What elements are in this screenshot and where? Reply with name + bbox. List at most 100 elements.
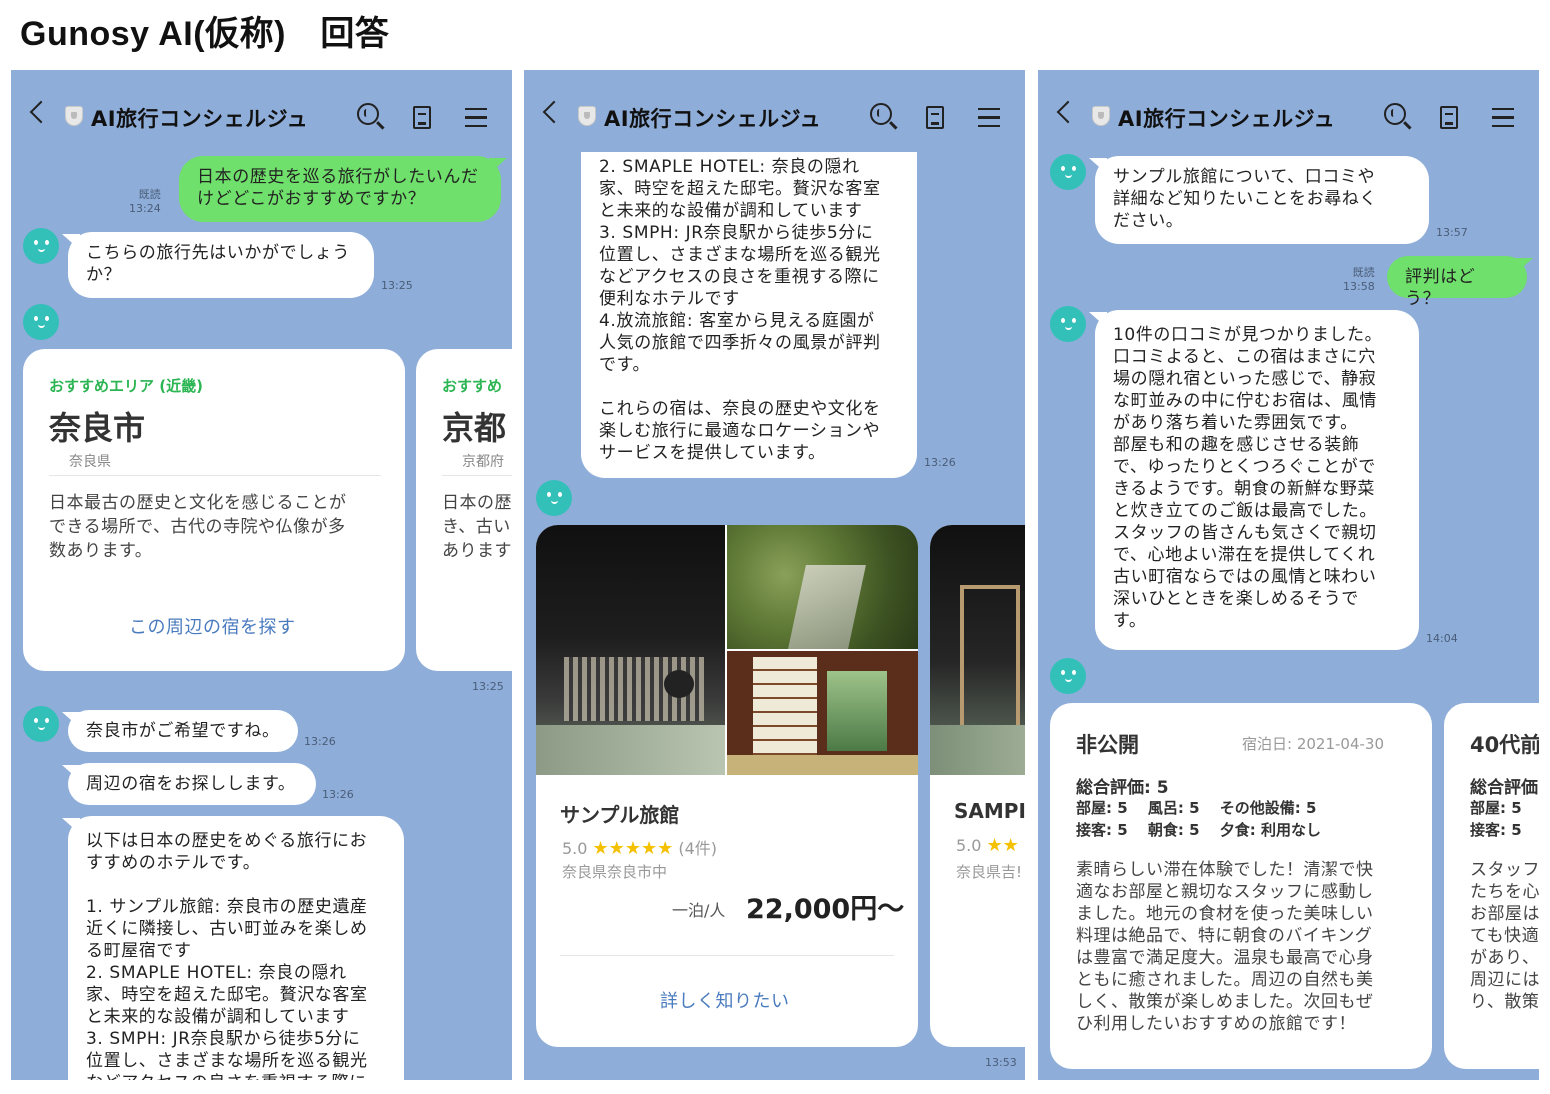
chat-screen-1: AI旅行コンシェルジュ 既読 13:24 日本の歴史を巡る旅行がしたいんだ けど… (11, 70, 512, 1080)
star-rating-icon: ★★ (986, 835, 1019, 856)
chat-header: AI旅行コンシェルジュ (11, 70, 512, 152)
overall-rating: 総合評価 (1470, 778, 1538, 798)
bot-avatar (23, 228, 59, 264)
verified-shield-icon (578, 106, 596, 126)
rating-value: 5.0 (562, 839, 588, 858)
learn-more-link[interactable]: 詳しく知りたい (660, 987, 790, 1013)
bot-avatar (1050, 306, 1086, 342)
user-message: 日本の歴史を巡る旅行がしたいんだ けどどこがおすすめですか？ (179, 156, 501, 222)
hotel-location: 奈良県奈良市中 (562, 863, 668, 881)
hotel-price: 22,000円～ (746, 894, 905, 925)
hotel-rating: 5.0 ★★ (956, 835, 1019, 856)
hotel-photo (930, 525, 1025, 775)
area-name: 奈良市 (49, 409, 146, 447)
area-prefecture: 京都府 (462, 454, 504, 470)
message-time: 13:26 (322, 788, 354, 801)
chat-screen-2: AI旅行コンシェルジュ 2. SMAPLE HOTEL: 奈良の隠れ 家、時空を… (524, 70, 1025, 1080)
hotel-card-sample: サンプル旅館 5.0 ★★★★★ (4件) 奈良県奈良市中 一泊/人 22,00… (536, 525, 918, 1047)
menu-icon[interactable] (465, 108, 487, 127)
read-label: 既読 (1352, 266, 1375, 279)
read-label: 既読 (138, 188, 161, 201)
area-card-nara: おすすめエリア (近畿) 奈良市 奈良県 日本最古の歴史と文化を感じることが で… (23, 349, 405, 671)
area-label: おすすめ (442, 377, 503, 395)
rating-breakdown: 部屋: 5 風呂: 5 その他設備: 5 (1076, 799, 1317, 817)
review-card: 非公開 宿泊日: 2021-04-30 総合評価: 5 部屋: 5 風呂: 5 … (1050, 703, 1432, 1069)
review-text: スタッフ たちを心 お部屋は ても快適 があり、 周辺には り、散策 (1470, 860, 1539, 1012)
area-description: 日本の歴 き、古い あります (442, 493, 512, 561)
bot-message: 以下は日本の歴史をめぐる旅行にお すすめのホテルです。 1. サンプル旅館: 奈… (68, 816, 404, 1080)
hotel-photo-hearth (536, 525, 725, 775)
notes-icon[interactable] (1440, 106, 1458, 129)
message-time: 13:26 (924, 456, 956, 469)
bot-avatar (23, 304, 59, 340)
message-time: 13:26 (304, 735, 336, 748)
message-time: 13:25 (472, 680, 504, 693)
back-arrow-icon[interactable] (29, 100, 53, 124)
bot-avatar (23, 706, 59, 742)
hotel-rating: 5.0 ★★★★★ (4件) (562, 835, 717, 859)
bot-message: 周辺の宿をお探しします。 (68, 763, 316, 805)
hotel-photo-garden (727, 525, 918, 649)
menu-icon[interactable] (1492, 108, 1514, 127)
user-message: 評判はどう？ (1387, 256, 1527, 309)
message-time: 13:58 (1343, 280, 1375, 293)
message-time: 13:24 (129, 202, 161, 215)
area-description: 日本最古の歴史と文化を感じることが できる場所で、古代の寺院や仏像が多 数ありま… (49, 493, 347, 561)
rating-breakdown: 部屋: 5 (1470, 799, 1522, 817)
message-time: 13:53 (985, 1056, 1017, 1069)
menu-icon[interactable] (978, 108, 1000, 127)
review-text: 素晴らしい滞在体験でした！清潔で快 適なお部屋と親切なスタッフに感動し ました。… (1076, 860, 1374, 1034)
rating-breakdown: 接客: 5 朝食: 5 夕食: 利用なし (1076, 821, 1321, 839)
area-card-kyoto[interactable]: おすすめ 京都 京都府 日本の歴 き、古い あります (416, 349, 512, 671)
bot-message: 奈良市がご希望ですね。 (68, 710, 298, 752)
bot-message: こちらの旅行先はいかがでしょう か？ (68, 232, 374, 298)
search-icon[interactable] (870, 103, 892, 125)
verified-shield-icon (1092, 106, 1110, 126)
search-icon[interactable] (1384, 103, 1406, 125)
bot-avatar (1050, 154, 1086, 190)
hotel-name: サンプル旅館 (560, 803, 680, 827)
read-receipt: 既読 13:24 (129, 188, 161, 216)
verified-shield-icon (65, 106, 83, 126)
search-icon[interactable] (357, 103, 379, 125)
bot-avatar (536, 480, 572, 516)
overall-rating: 総合評価: 5 (1076, 778, 1169, 798)
back-arrow-icon[interactable] (542, 100, 566, 124)
review-count: (4件) (678, 839, 717, 858)
chat-header: AI旅行コンシェルジュ (524, 70, 1025, 152)
hotel-location: 奈良県吉! (956, 863, 1023, 881)
price-unit: 一泊/人 (672, 901, 726, 920)
stay-date: 宿泊日: 2021-04-30 (1242, 735, 1384, 753)
chat-title: AI旅行コンシェルジュ (1118, 107, 1336, 131)
rating-value: 5.0 (956, 836, 982, 855)
area-prefecture: 奈良県 (69, 454, 111, 470)
hotel-card-sampi[interactable]: SAMPI 5.0 ★★ 奈良県吉! (930, 525, 1025, 1047)
message-time: 13:25 (381, 279, 413, 292)
rating-breakdown: 接客: 5 (1470, 821, 1522, 839)
notes-icon[interactable] (926, 106, 944, 129)
bot-message: 10件の口コミが見つかりました。 口コミよると、この宿はまさに穴 場の隠れ宿とい… (1095, 310, 1419, 650)
bot-message: サンプル旅館について、口コミや 詳細など知りたいことをお尋ねく ださい。 (1095, 156, 1429, 244)
area-name: 京都 (442, 409, 507, 447)
hotel-name: SAMPI (954, 799, 1025, 823)
bot-message: 2. SMAPLE HOTEL: 奈良の隠れ 家、時空を超えた邸宅。贅沢な客室 … (581, 130, 917, 478)
divider (49, 475, 381, 476)
star-rating-icon: ★★★★★ (592, 838, 674, 859)
reviewer-name: 40代前 (1470, 733, 1539, 757)
reviewer-name: 非公開 (1076, 733, 1139, 757)
review-card[interactable]: 40代前 総合評価 部屋: 5 接客: 5 スタッフ たちを心 お部屋は ても快… (1444, 703, 1539, 1069)
chat-title: AI旅行コンシェルジュ (604, 107, 822, 131)
chat-title: AI旅行コンシェルジュ (91, 107, 309, 131)
bot-avatar (1050, 658, 1086, 694)
divider (442, 475, 512, 476)
chat-screen-3: AI旅行コンシェルジュ サンプル旅館について、口コミや 詳細など知りたいことをお… (1038, 70, 1539, 1080)
message-time: 14:04 (1426, 632, 1458, 645)
find-nearby-inns-link[interactable]: この周辺の宿を探す (129, 613, 296, 639)
read-receipt: 既読 13:58 (1343, 266, 1375, 294)
back-arrow-icon[interactable] (1056, 100, 1080, 124)
notes-icon[interactable] (413, 106, 431, 129)
hotel-photo-room (727, 651, 918, 775)
area-label: おすすめエリア (近畿) (49, 377, 203, 395)
message-time: 13:57 (1436, 226, 1468, 239)
page-title: Gunosy AI(仮称) 回答 (20, 15, 390, 53)
